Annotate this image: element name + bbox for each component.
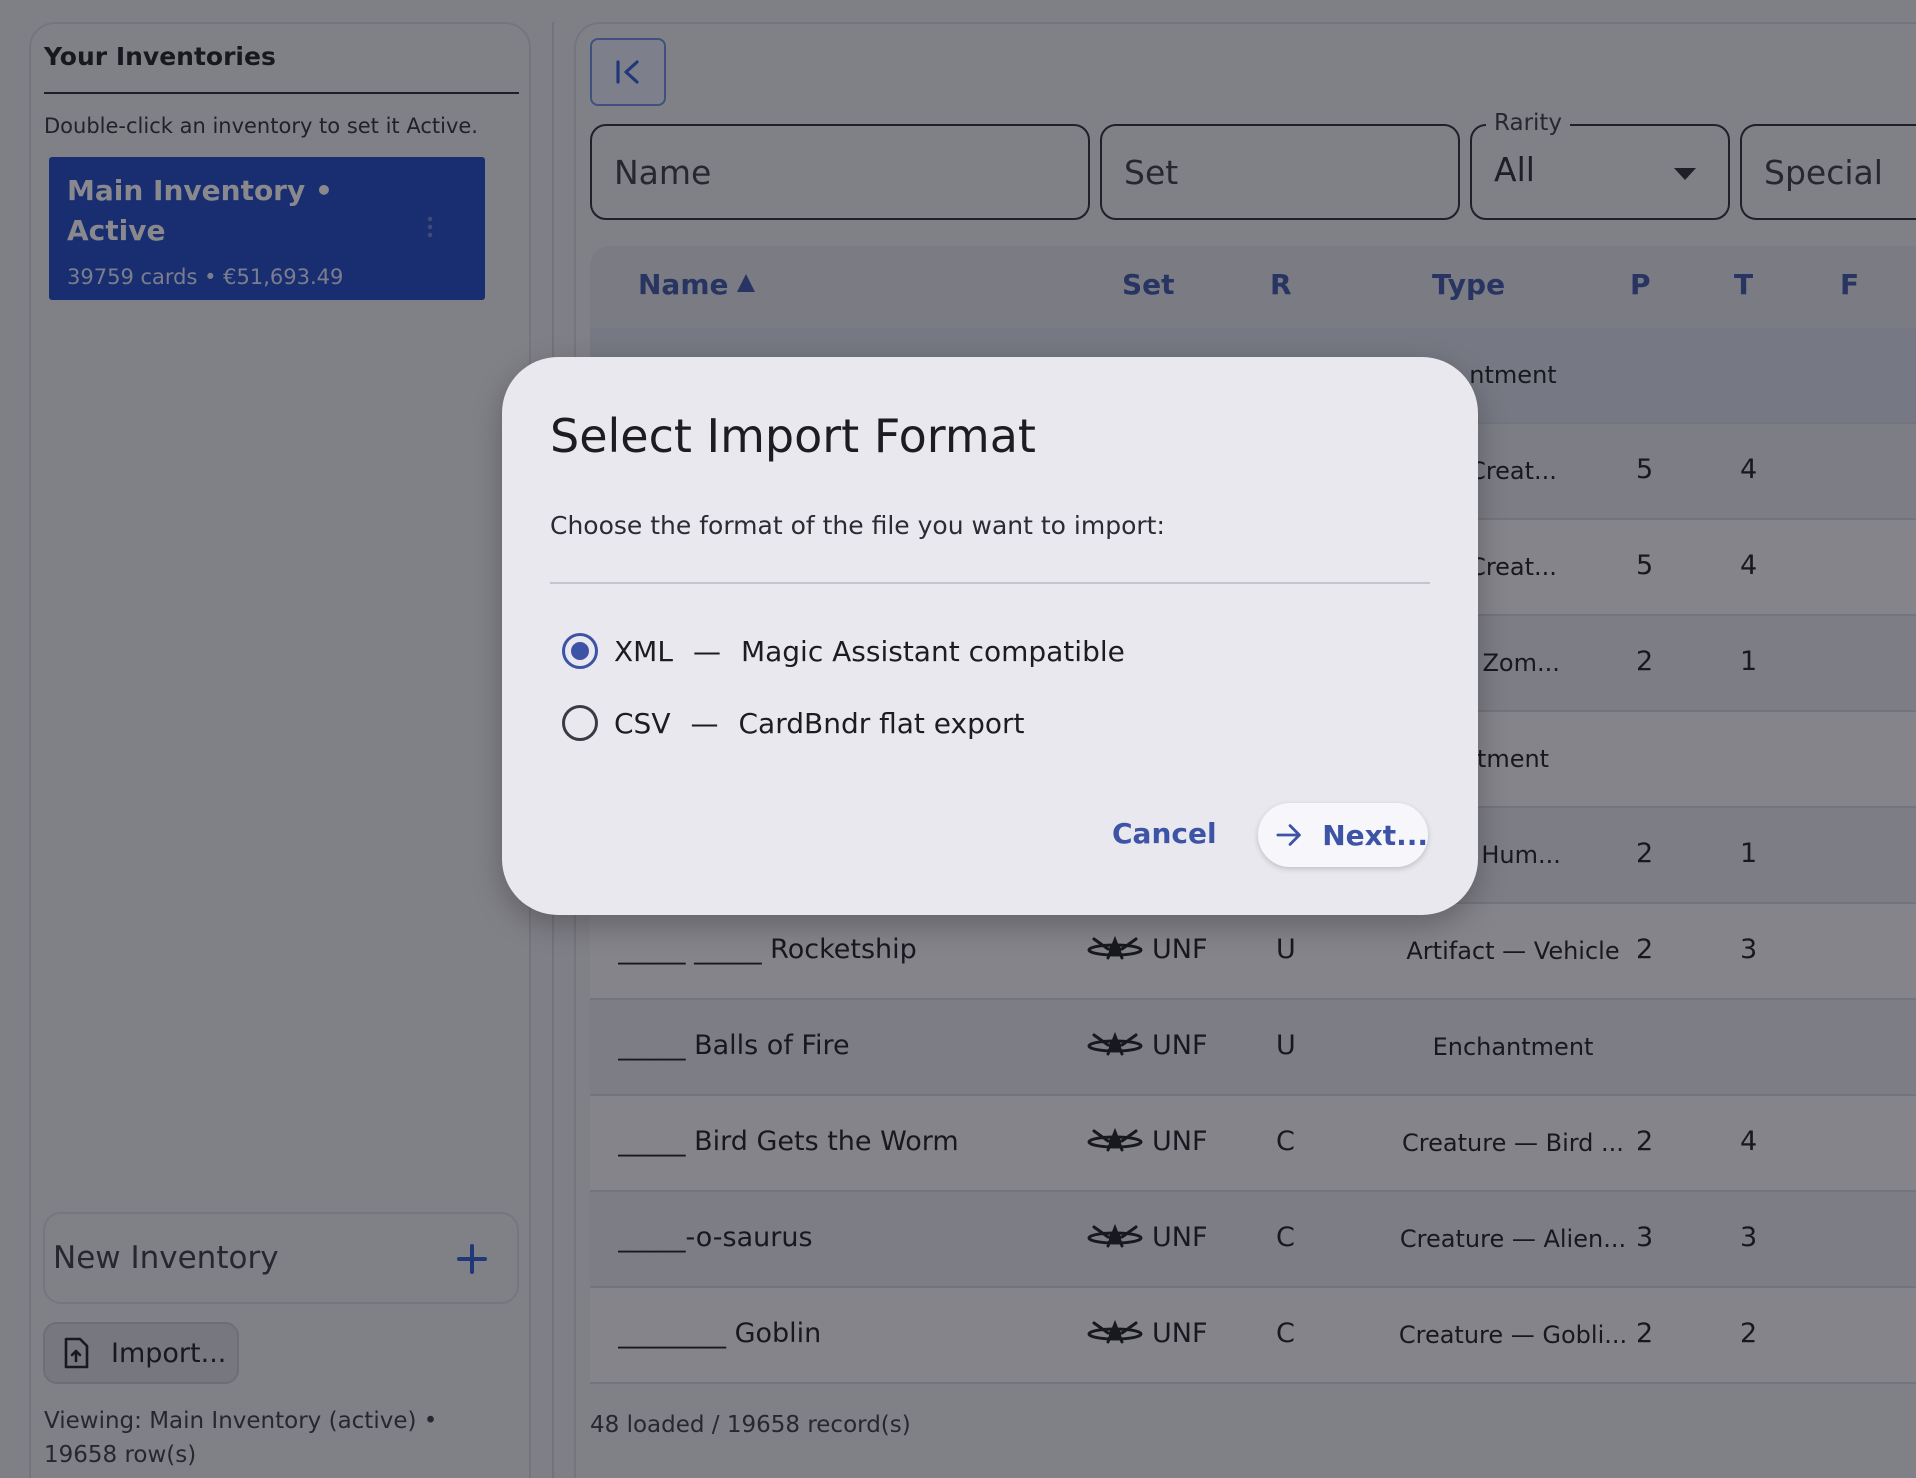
next-label: Next... <box>1322 818 1428 852</box>
radio-unselected-icon[interactable] <box>562 705 598 741</box>
option-description: Magic Assistant compatible <box>740 634 1125 668</box>
option-key: CSV <box>614 706 671 740</box>
format-option-csv[interactable]: CSV — CardBndr flat export <box>562 705 1025 741</box>
option-separator: — <box>692 634 721 668</box>
option-description: CardBndr flat export <box>738 706 1025 740</box>
dialog-description: Choose the format of the file you want t… <box>550 511 1165 540</box>
option-key: XML <box>614 634 673 668</box>
option-separator: — <box>690 706 719 740</box>
import-format-dialog: Select Import Format Choose the format o… <box>502 357 1478 915</box>
cancel-button[interactable]: Cancel <box>1112 803 1217 850</box>
dialog-title: Select Import Format <box>550 409 1036 463</box>
next-button[interactable]: Next... <box>1258 803 1428 867</box>
radio-selected-icon[interactable] <box>562 633 598 669</box>
arrow-right-icon <box>1276 824 1301 846</box>
dialog-divider <box>550 582 1430 584</box>
format-option-xml[interactable]: XML — Magic Assistant compatible <box>562 633 1125 669</box>
